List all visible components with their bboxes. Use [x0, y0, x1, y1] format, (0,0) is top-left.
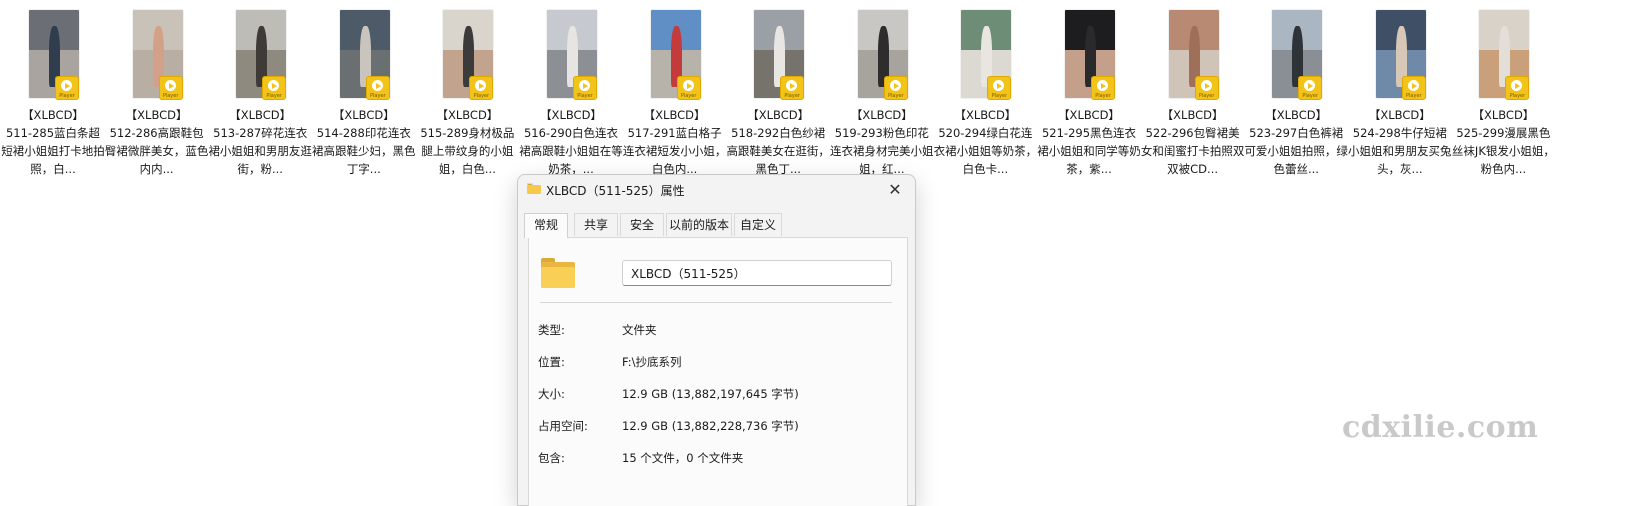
player-icon: Player — [883, 76, 908, 100]
dialog-title: XLBCD（511-525）属性 — [546, 184, 685, 198]
property-label: 位置: — [538, 355, 565, 369]
file-name: 【XLBCD】 515-289身材极品腿上带纹身的小姐姐，白色... — [420, 108, 515, 176]
watermark-text: cdxilie.com — [1342, 410, 1539, 445]
property-size: 大小: 12.9 GB (13,882,197,645 字节) — [529, 386, 907, 406]
file-item[interactable]: Player 【XLBCD】 524-298牛仔短裙小姐姐和男朋友买兔头，灰... — [1348, 8, 1452, 176]
player-icon: Player — [1401, 76, 1426, 100]
property-location: 位置: F:\抄底系列 — [529, 354, 907, 374]
file-item[interactable]: Player 【XLBCD】 516-290白色连衣裙高跟鞋小姐姐在等奶茶，... — [519, 8, 623, 176]
tab-sharing[interactable]: 共享 — [574, 213, 618, 236]
player-icon: Player — [1298, 76, 1323, 100]
folder-icon — [527, 183, 541, 194]
property-label: 类型: — [538, 323, 565, 337]
file-name: 【XLBCD】 523-297白色裤裙可爱小姐姐拍照，绿色蕾丝... — [1244, 108, 1348, 176]
file-name: 【XLBCD】 512-286高跟鞋包臀裙微胖美女，蓝色内内... — [104, 108, 209, 176]
file-item[interactable]: Player 【XLBCD】 525-299漫展黑色丝袜JK银发小姐姐，粉色内... — [1451, 8, 1555, 176]
property-value: 12.9 GB (13,882,228,736 字节) — [622, 419, 799, 433]
file-item[interactable]: Player 【XLBCD】 518-292白色纱裙高跟鞋美女在逛街，黑色丁... — [726, 8, 830, 176]
file-item[interactable]: Player 【XLBCD】 515-289身材极品腿上带纹身的小姐姐，白色... — [415, 8, 519, 176]
property-label: 包含: — [538, 451, 565, 465]
player-icon: Player — [987, 76, 1012, 100]
file-item[interactable]: Player 【XLBCD】 514-288印花连衣裙高跟鞋少妇，黑色丁字... — [312, 8, 416, 176]
player-icon: Player — [365, 76, 390, 100]
player-icon: Player — [1194, 76, 1219, 100]
file-item[interactable]: Player 【XLBCD】 519-293粉色印花连衣裙身材完美小姐姐，红... — [830, 8, 934, 176]
file-name: 【XLBCD】 525-299漫展黑色丝袜JK银发小姐姐，粉色内... — [1451, 108, 1555, 176]
file-name: 【XLBCD】 524-298牛仔短裙小姐姐和男朋友买兔头，灰... — [1348, 108, 1452, 176]
file-item[interactable]: Player 【XLBCD】 522-296包臀裙美女和闺蜜打卡拍照双双被CD... — [1141, 8, 1245, 176]
tab-security[interactable]: 安全 — [620, 213, 664, 236]
player-icon: Player — [1505, 76, 1530, 100]
tab-customize[interactable]: 自定义 — [734, 213, 782, 236]
folder-icon — [541, 258, 575, 288]
folder-name-field[interactable] — [622, 260, 892, 286]
file-item[interactable]: Player 【XLBCD】 513-287碎花连衣裙小姐姐和男朋友逛街，粉... — [208, 8, 312, 176]
property-contains: 包含: 15 个文件，0 个文件夹 — [529, 450, 907, 470]
file-name: 【XLBCD】 519-293粉色印花连衣裙身材完美小姐姐，红... — [830, 108, 934, 176]
divider — [540, 302, 892, 303]
file-name: 【XLBCD】 521-295黑色连衣裙小姐姐和同学等奶茶，紫... — [1037, 108, 1141, 176]
file-name: 【XLBCD】 522-296包臀裙美女和闺蜜打卡拍照双双被CD... — [1140, 108, 1245, 176]
general-panel: 类型: 文件夹 位置: F:\抄底系列 大小: 12.9 GB (13,882,… — [528, 237, 908, 506]
dialog-tabs: 常规 共享 安全 以前的版本 自定义 — [524, 213, 904, 238]
file-name: 【XLBCD】 518-292白色纱裙高跟鞋美女在逛街，黑色丁... — [726, 108, 830, 176]
dialog-titlebar[interactable]: XLBCD（511-525）属性 ✕ — [518, 175, 915, 205]
player-icon: Player — [158, 76, 183, 100]
property-label: 大小: — [538, 387, 565, 401]
file-item[interactable]: Player 【XLBCD】 517-291蓝白格子连衣裙短发小小姐，白色内... — [623, 8, 727, 176]
player-icon: Player — [780, 76, 805, 100]
property-size-on-disk: 占用空间: 12.9 GB (13,882,228,736 字节) — [529, 418, 907, 438]
player-icon: Player — [55, 76, 79, 100]
file-name: 【XLBCD】 520-294绿白花连衣裙小姐姐等奶茶，白色卡... — [933, 108, 1038, 176]
property-type: 类型: 文件夹 — [529, 322, 907, 342]
file-grid: Player 【XLBCD】 511-285蓝白条超短裙小姐姐打卡地拍照，白... P… — [0, 0, 1652, 180]
file-item[interactable]: Player 【XLBCD】 521-295黑色连衣裙小姐姐和同学等奶茶，紫... — [1037, 8, 1141, 176]
file-name: 【XLBCD】 517-291蓝白格子连衣裙短发小小姐，白色内... — [622, 108, 727, 176]
property-value: 文件夹 — [622, 323, 657, 337]
property-value: 15 个文件，0 个文件夹 — [622, 451, 744, 465]
close-button[interactable]: ✕ — [881, 177, 909, 203]
properties-dialog: XLBCD（511-525）属性 ✕ 常规 共享 安全 以前的版本 自定义 类型… — [517, 174, 916, 506]
player-icon: Player — [573, 76, 597, 100]
tab-general[interactable]: 常规 — [524, 213, 568, 238]
tab-previous-versions[interactable]: 以前的版本 — [666, 213, 732, 236]
file-name: 【XLBCD】 513-287碎花连衣裙小姐姐和男朋友逛街，粉... — [208, 108, 312, 176]
player-icon: Player — [469, 76, 494, 100]
file-item[interactable]: Player 【XLBCD】 523-297白色裤裙可爱小姐姐拍照，绿色蕾丝... — [1244, 8, 1348, 176]
file-name: 【XLBCD】 514-288印花连衣裙高跟鞋少妇，黑色丁字... — [312, 108, 416, 176]
file-item[interactable]: Player 【XLBCD】 520-294绿白花连衣裙小姐姐等奶茶，白色卡... — [933, 8, 1037, 176]
player-icon: Player — [676, 76, 701, 100]
property-value: 12.9 GB (13,882,197,645 字节) — [622, 387, 799, 401]
property-value: F:\抄底系列 — [622, 355, 682, 369]
file-item[interactable]: Player 【XLBCD】 511-285蓝白条超短裙小姐姐打卡地拍照，白... — [1, 8, 105, 176]
player-icon: Player — [1091, 76, 1115, 100]
file-item[interactable]: Player 【XLBCD】 512-286高跟鞋包臀裙微胖美女，蓝色内内... — [105, 8, 209, 176]
property-label: 占用空间: — [538, 419, 588, 433]
file-name: 【XLBCD】 511-285蓝白条超短裙小姐姐打卡地拍照，白... — [1, 108, 105, 176]
file-name: 【XLBCD】 516-290白色连衣裙高跟鞋小姐姐在等奶茶，... — [519, 108, 623, 176]
player-icon: Player — [262, 76, 287, 100]
